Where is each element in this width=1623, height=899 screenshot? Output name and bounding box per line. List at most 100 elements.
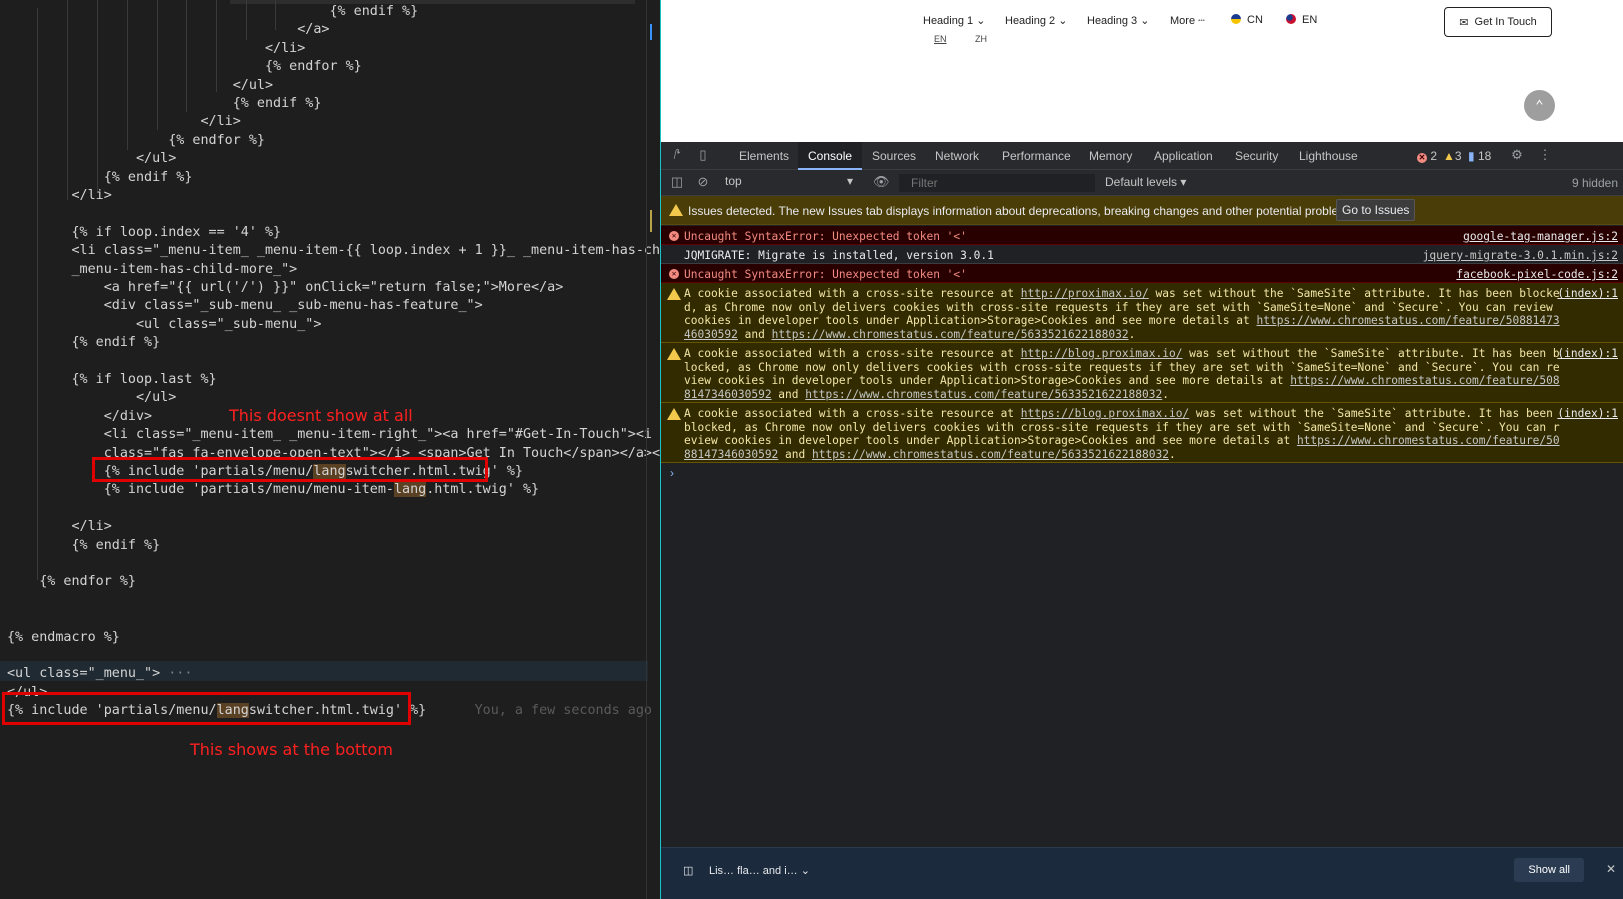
code-line[interactable]: </ul> [7, 150, 176, 168]
console-message-warn[interactable]: A cookie associated with a cross-site re… [661, 283, 1623, 343]
tab-elements[interactable]: Elements [729, 142, 799, 170]
code-line[interactable]: <a href="{{ url('/') }}" onClick="return… [7, 279, 564, 297]
tab-lighthouse[interactable]: Lighthouse [1289, 142, 1368, 170]
tab-security[interactable]: Security [1225, 142, 1288, 170]
code-line[interactable]: {% endmacro %} [7, 629, 120, 647]
warning-icon [669, 204, 683, 216]
code-line[interactable]: {% endfor %} [7, 132, 265, 150]
code-line[interactable]: <ul class="_sub-menu_"> [7, 316, 321, 334]
code-line[interactable]: <li class="_menu-item_ _menu-item-right_… [7, 426, 652, 444]
code-line[interactable]: {% endif %} [7, 3, 418, 21]
code-line[interactable]: </li> [7, 113, 240, 131]
clear-console-icon[interactable]: ⊘ [695, 174, 711, 190]
console-message-info[interactable]: JQMIGRATE: Migrate is installed, version… [661, 245, 1623, 264]
devtools-panel: ⭚ ▯ Elements Console Sources Network Perform… [660, 142, 1623, 899]
code-line[interactable]: {% endfor %} [7, 58, 362, 76]
inspect-element-icon[interactable]: ⭚ [669, 147, 685, 163]
code-line[interactable]: </li> [7, 187, 111, 205]
lang-en[interactable]: EN [1286, 14, 1317, 26]
flag-en-icon [1286, 14, 1296, 24]
code-line[interactable]: {% endif %} [7, 537, 160, 555]
nav-heading-1[interactable]: Heading 1 ⌄ [923, 14, 985, 27]
git-change-marker [650, 24, 652, 40]
error-counter[interactable]: ✕ 2 [1417, 142, 1437, 170]
live-expression-eye-icon[interactable]: 👁 [873, 174, 890, 190]
tab-memory[interactable]: Memory [1079, 142, 1142, 170]
drawer-file-icon: ◫ [683, 865, 694, 877]
close-icon[interactable]: ✕ [1606, 862, 1616, 876]
annotation-top: This doesnt show at all [229, 406, 413, 425]
lang-sub-zh[interactable]: ZH [975, 34, 987, 44]
console-message-warn[interactable]: A cookie associated with a cross-site re… [661, 403, 1623, 463]
code-line[interactable]: {% endif %} [7, 169, 193, 187]
drawer-item[interactable]: Lis… fla… and i… ⌄ [709, 864, 810, 877]
code-line[interactable]: </div> [7, 408, 152, 426]
sidebar-toggle-icon[interactable]: ◫ [669, 174, 685, 190]
flag-cn-icon [1231, 14, 1241, 24]
tab-performance[interactable]: Performance [992, 142, 1081, 170]
lang-cn[interactable]: CN [1231, 14, 1263, 26]
source-link[interactable]: jquery-migrate-3.0.1.min.js:2 [1423, 249, 1618, 263]
message-link[interactable]: https://blog.proximax.io/ [1021, 407, 1189, 420]
code-line[interactable]: <div class="_sub-menu_ _sub-menu-has-fea… [7, 297, 483, 315]
code-line[interactable]: <ul class="_menu_"> ··· [7, 665, 192, 683]
error-icon: ✕ [1417, 153, 1427, 163]
tab-console[interactable]: Console [798, 142, 863, 170]
source-link[interactable]: google-tag-manager.js:2 [1463, 230, 1618, 244]
warning-counter[interactable]: ▲3 [1443, 142, 1462, 170]
console-message-error[interactable]: ✕ Uncaught SyntaxError: Unexpected token … [661, 264, 1623, 283]
code-editor[interactable]: {% endif %} </a> </li> {% endfor %} </ul… [0, 0, 660, 899]
source-link[interactable]: (index):1 [1557, 407, 1618, 421]
message-link[interactable]: https://www.chromestatus.com/feature/563… [812, 448, 1169, 461]
git-change-marker [650, 210, 652, 232]
device-toolbar-icon[interactable]: ▯ [695, 147, 711, 163]
code-line[interactable]: <li class="_menu-item_ _menu-item-{{ loo… [7, 242, 660, 260]
code-line[interactable]: {% include 'partials/menu/menu-item-lang… [7, 481, 539, 499]
scroll-to-top-button[interactable]: ⌃ [1524, 90, 1555, 121]
code-line[interactable]: {% endif %} [7, 95, 322, 113]
tab-sources[interactable]: Sources [862, 142, 926, 170]
code-line[interactable]: {% endfor %} [7, 573, 136, 591]
code-line[interactable]: </li> [7, 40, 305, 58]
log-levels-dropdown[interactable]: Default levels ▾ [1105, 175, 1186, 189]
settings-gear-icon[interactable]: ⚙ [1509, 147, 1525, 163]
code-line[interactable]: </ul> [7, 389, 176, 407]
code-line[interactable]: </li> [7, 518, 111, 536]
console-filter-input[interactable] [899, 174, 1095, 192]
console-message-warn[interactable]: A cookie associated with a cross-site re… [661, 343, 1623, 403]
code-line[interactable]: </a> [7, 21, 329, 39]
message-link[interactable]: https://www.chromestatus.com/feature/563… [805, 388, 1162, 401]
fold-ellipsis-icon[interactable]: ··· [160, 666, 192, 681]
get-in-touch-button[interactable]: ✉ Get In Touch [1444, 7, 1552, 37]
source-link[interactable]: (index):1 [1557, 347, 1618, 361]
nav-heading-2[interactable]: Heading 2 ⌄ [1005, 14, 1067, 27]
source-link[interactable]: facebook-pixel-code.js:2 [1456, 268, 1618, 282]
warning-icon [667, 288, 681, 300]
message-link[interactable]: https://www.chromestatus.com/feature/563… [772, 328, 1129, 341]
message-link[interactable]: http://blog.proximax.io/ [1021, 347, 1183, 360]
code-line[interactable]: </ul> [7, 77, 273, 95]
info-counter[interactable]: ▮ 18 [1468, 142, 1491, 170]
tab-application[interactable]: Application [1144, 142, 1223, 170]
nav-heading-3[interactable]: Heading 3 ⌄ [1087, 14, 1149, 27]
git-blame-inline: You, a few seconds ago • Unc [474, 703, 652, 719]
lang-en-label: EN [1302, 14, 1318, 26]
lang-sub-en[interactable]: EN [934, 34, 947, 44]
show-all-button[interactable]: Show all [1514, 858, 1584, 882]
source-link[interactable]: (index):1 [1557, 287, 1618, 301]
hidden-messages-count: 9 hidden [1571, 176, 1618, 190]
search-match: lang [393, 482, 427, 498]
context-selector[interactable]: top ▾ [725, 174, 861, 192]
message-text: Uncaught SyntaxError: Unexpected token '… [684, 268, 967, 281]
code-line[interactable]: {% endif %} [7, 334, 160, 352]
code-line[interactable]: {% if loop.last %} [7, 371, 216, 389]
code-line[interactable]: {% if loop.index == '4' %} [7, 224, 281, 242]
console-message-error[interactable]: ✕ Uncaught SyntaxError: Unexpected token … [661, 226, 1623, 245]
more-options-icon[interactable]: ⋮ [1537, 147, 1553, 163]
go-to-issues-button[interactable]: Go to Issues [1336, 199, 1416, 221]
message-link[interactable]: http://proximax.io/ [1021, 287, 1149, 300]
code-line[interactable]: _menu-item-has-child-more_"> [7, 261, 297, 279]
nav-more[interactable]: More ┄ [1170, 14, 1205, 27]
tab-network[interactable]: Network [925, 142, 989, 170]
console-prompt[interactable]: › [670, 466, 674, 480]
